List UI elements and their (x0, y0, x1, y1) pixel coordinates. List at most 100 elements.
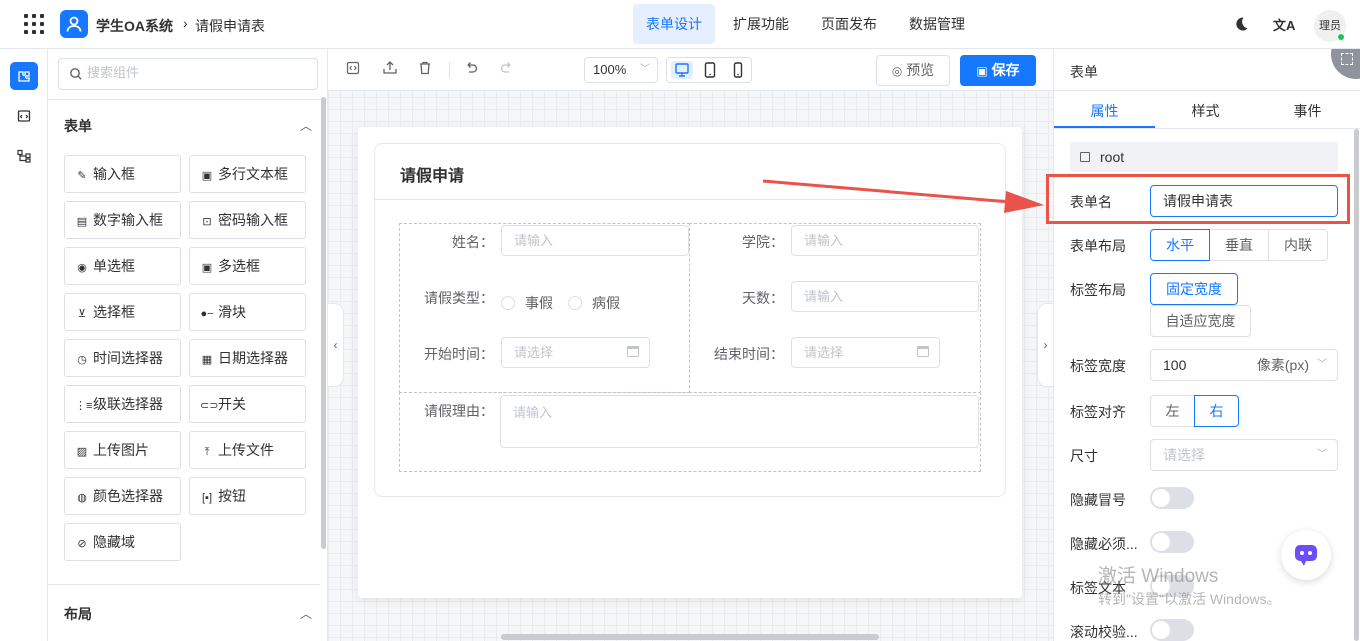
scrollbar[interactable] (321, 97, 326, 549)
component-time-picker[interactable]: ◷ 时间选择器 (64, 339, 181, 377)
component-radio[interactable]: ◉ 单选框 (64, 247, 181, 285)
component-button[interactable]: [▪] 按钮 (189, 477, 306, 515)
component-password-input[interactable]: ⊡ 密码输入框 (189, 201, 306, 239)
hide-required-switch[interactable] (1150, 531, 1194, 553)
label-align-right[interactable]: 右 (1194, 395, 1239, 427)
code-rail-icon[interactable] (10, 102, 38, 130)
activation-watermark-subtitle: 转到"设置"以激活 Windows。 (1098, 591, 1281, 607)
avatar[interactable]: 理员 (1314, 10, 1346, 42)
name-input[interactable]: 请输入 (501, 225, 689, 256)
component-color-picker[interactable]: ◍ 颜色选择器 (64, 477, 181, 515)
redo-icon[interactable] (500, 61, 514, 78)
hide-colon-switch[interactable] (1150, 487, 1194, 509)
form-layout-vertical[interactable]: 垂直 (1209, 229, 1269, 261)
label-layout-auto[interactable]: 自适应宽度 (1150, 305, 1251, 337)
radio-circle (568, 296, 582, 310)
dark-mode-icon[interactable] (1233, 16, 1249, 35)
section-title-form: 表单 (64, 118, 92, 134)
tablet-icon[interactable] (699, 61, 721, 79)
component-upload-file[interactable]: ⤒ 上传文件 (189, 431, 306, 469)
zoom-value: 100% (593, 62, 627, 77)
calendar-icon (627, 346, 639, 357)
preview-button[interactable]: ◎ 预览 (876, 55, 950, 86)
translate-icon[interactable]: 文A (1273, 15, 1295, 34)
number-icon: ▤ (76, 216, 88, 228)
horizontal-scrollbar[interactable] (501, 634, 879, 640)
chat-assistant-icon[interactable] (1281, 530, 1331, 580)
button-icon: [▪] (201, 492, 212, 504)
components-rail-icon[interactable] (10, 62, 38, 90)
search-input[interactable] (87, 65, 307, 80)
collapse-right-button[interactable]: › (1037, 303, 1053, 387)
name-label: 姓名： (452, 234, 494, 250)
apps-grid-icon[interactable] (24, 14, 44, 34)
radio-sick-leave[interactable]: 病假 (568, 293, 620, 313)
label-width-unit[interactable]: 像素(px) (1257, 350, 1309, 380)
days-input[interactable]: 请输入 (791, 281, 979, 312)
form-layout-inline[interactable]: 内联 (1268, 229, 1328, 261)
delete-icon[interactable] (418, 61, 432, 78)
college-input[interactable]: 请输入 (791, 225, 979, 256)
component-checkbox[interactable]: ▣ 多选框 (189, 247, 306, 285)
hide-colon-label: 隐藏冒号 (1070, 492, 1126, 508)
code-icon[interactable] (346, 61, 360, 78)
college-label: 学院： (742, 234, 784, 250)
desktop-icon[interactable] (671, 61, 693, 79)
eye-off-icon: ⊘ (77, 538, 87, 550)
size-select[interactable]: 请选择 ﹀ (1150, 439, 1338, 471)
tab-extensions[interactable]: 扩展功能 (720, 4, 802, 44)
annotation-arrow (762, 179, 1044, 213)
component-textarea[interactable]: ▣ 多行文本框 (189, 155, 306, 193)
scrollbar[interactable] (1354, 129, 1359, 641)
chevron-down-icon: ﹀ (1317, 449, 1327, 460)
root-node[interactable]: root (1070, 142, 1338, 172)
clock-icon: ◷ (77, 354, 87, 366)
save-button[interactable]: ▣ 保存 (960, 55, 1036, 86)
tab-page-publish[interactable]: 页面发布 (808, 4, 890, 44)
mobile-icon[interactable] (727, 61, 749, 79)
reason-label: 请假理由： (424, 403, 494, 419)
component-hidden-field[interactable]: ⊘ 隐藏域 (64, 523, 181, 561)
component-switch[interactable]: ⊂⊃开关 (189, 385, 306, 423)
start-time-picker[interactable]: 请选择 (501, 337, 650, 368)
active-tab-indicator (1054, 126, 1155, 128)
tab-events[interactable]: 事件 (1257, 101, 1358, 121)
form-layout-horizontal[interactable]: 水平 (1150, 229, 1210, 261)
component-number-input[interactable]: ▤ 数字输入框 (64, 201, 181, 239)
tab-styles[interactable]: 样式 (1155, 101, 1256, 121)
scroll-validate-switch[interactable] (1150, 619, 1194, 641)
component-slider[interactable]: ●− 滑块 (189, 293, 306, 331)
tab-form-design[interactable]: 表单设计 (633, 4, 715, 44)
chevron-up-icon[interactable]: ︿ (300, 605, 312, 622)
label-align-left[interactable]: 左 (1150, 395, 1195, 427)
component-select[interactable]: ⊻ 选择框 (64, 293, 181, 331)
component-date-picker[interactable]: ▦ 日期选择器 (189, 339, 306, 377)
zoom-select[interactable]: 100% ﹀ (584, 57, 658, 83)
chevron-down-icon: ﹀ (640, 64, 650, 75)
chevron-up-icon[interactable]: ︿ (300, 117, 312, 134)
component-upload-image[interactable]: ▨ 上传图片 (64, 431, 181, 469)
toggle-icon: ⊂⊃ (200, 400, 219, 412)
label-layout-fixed[interactable]: 固定宽度 (1150, 273, 1238, 305)
radio-personal-leave[interactable]: 事假 (501, 293, 553, 313)
collapse-left-button[interactable]: ‹ (328, 303, 344, 387)
tree-rail-icon[interactable] (10, 142, 38, 170)
search-box[interactable] (58, 58, 318, 90)
export-icon[interactable] (382, 61, 398, 78)
component-input[interactable]: ✎ 输入框 (64, 155, 181, 193)
label-width-input[interactable]: 100 像素(px) ﹀ (1150, 349, 1338, 381)
fullscreen-icon[interactable] (1331, 49, 1360, 79)
radio-icon: ◉ (77, 262, 87, 274)
end-time-label: 结束时间： (714, 346, 784, 362)
tab-data-management[interactable]: 数据管理 (896, 4, 978, 44)
tab-attributes[interactable]: 属性 (1054, 101, 1155, 121)
undo-icon[interactable] (464, 61, 478, 78)
reason-textarea[interactable]: 请输入 (500, 395, 979, 448)
end-time-picker[interactable]: 请选择 (791, 337, 940, 368)
cascader-icon: ⋮≡ (75, 400, 93, 412)
breadcrumb[interactable]: 请假申请表 (195, 16, 265, 36)
divider (1054, 128, 1360, 129)
eye-icon: ◎ (891, 64, 903, 78)
component-cascader[interactable]: ⋮≡级联选择器 (64, 385, 181, 423)
top-header: 学生OA系统 › 请假申请表 表单设计 扩展功能 页面发布 数据管理 文A 理员 (0, 0, 1360, 49)
